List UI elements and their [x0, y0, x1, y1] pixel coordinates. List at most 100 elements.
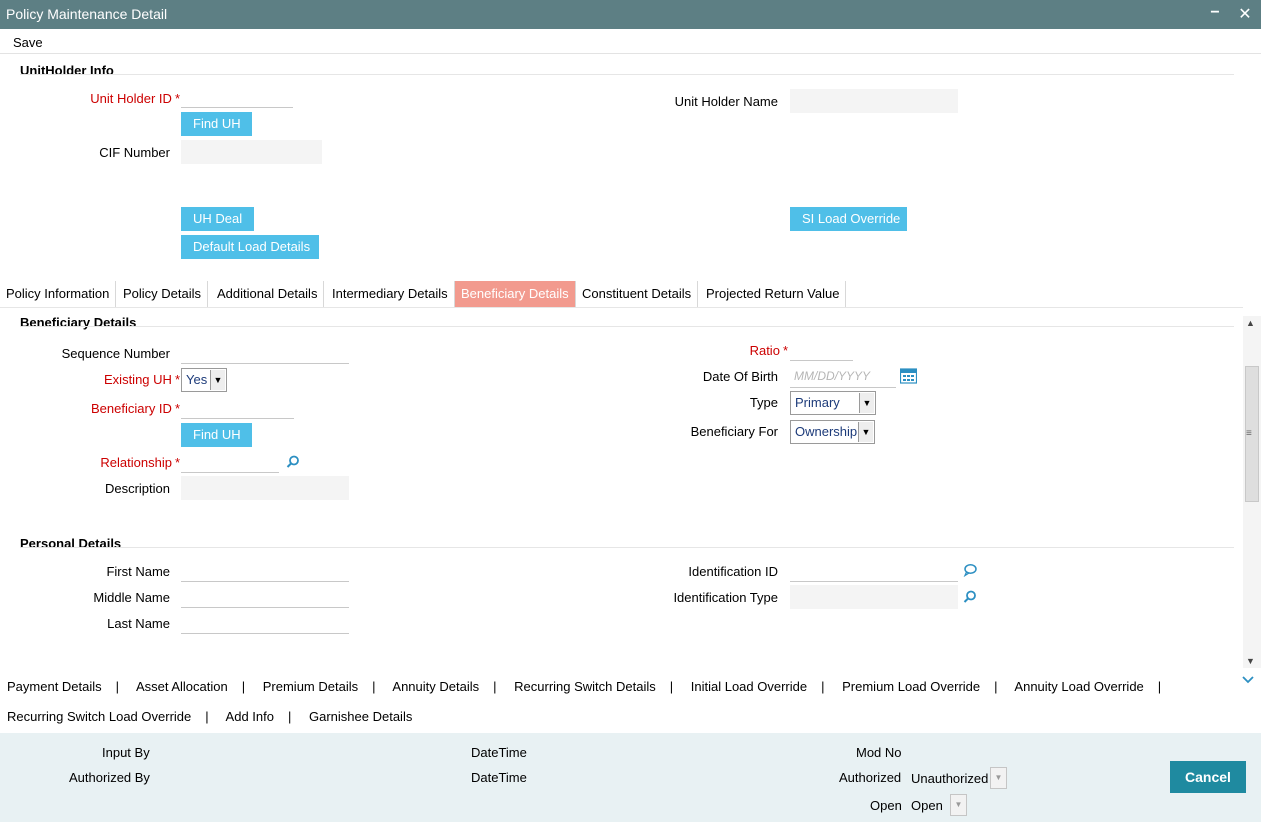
comment-icon[interactable]	[963, 563, 977, 577]
middle-name-input[interactable]	[181, 584, 349, 608]
middle-name-label: Middle Name	[93, 590, 170, 605]
link-separator: |	[115, 679, 120, 694]
datetime-label: DateTime	[471, 745, 527, 760]
last-name-label: Last Name	[107, 616, 170, 631]
description-label: Description	[104, 481, 170, 496]
divider	[20, 74, 1234, 75]
bottom-links-row-2: Recurring Switch Load Override | Add Info…	[7, 709, 412, 724]
open-label: Open	[870, 798, 902, 813]
tab-constituent-details[interactable]: Constituent Details	[576, 281, 699, 307]
description-field[interactable]	[181, 476, 349, 500]
type-value: Primary	[795, 395, 840, 410]
find-uh-button[interactable]: Find UH	[181, 112, 252, 136]
unit-holder-id-input[interactable]	[181, 84, 293, 108]
type-select[interactable]: Primary ▼	[790, 391, 876, 415]
identification-type-field[interactable]	[790, 585, 958, 609]
tab-policy-details[interactable]: Policy Details	[117, 281, 209, 307]
chevron-down-icon: ▼	[858, 422, 873, 442]
type-label: Type	[749, 395, 778, 410]
beneficiary-for-value: Ownership	[795, 424, 858, 439]
window-titlebar: Policy Maintenance Detail − ✕	[0, 0, 1261, 29]
chevron-down-icon[interactable]	[1242, 675, 1254, 685]
unit-holder-name-label: Unit Holder Name	[674, 94, 778, 109]
first-name-input[interactable]	[181, 558, 349, 582]
relationship-input[interactable]	[181, 449, 279, 473]
search-icon[interactable]	[963, 590, 977, 604]
personal-section-title: Personal Details	[20, 536, 122, 551]
link-separator: |	[1157, 679, 1162, 694]
search-icon[interactable]	[286, 455, 300, 469]
link-recurring-switch-details[interactable]: Recurring Switch Details	[514, 679, 656, 694]
relationship-label: Relationship *	[100, 455, 180, 470]
link-separator: |	[994, 679, 998, 694]
existing-uh-label: Existing UH *	[104, 372, 180, 387]
ratio-label: Ratio *	[749, 343, 788, 358]
divider	[20, 547, 1234, 548]
date-of-birth-input[interactable]: MM/DD/YYYY	[790, 364, 896, 388]
link-asset-allocation[interactable]: Asset Allocation	[136, 679, 228, 694]
tab-policy-information[interactable]: Policy Information	[0, 281, 117, 307]
link-recurring-switch-load-override[interactable]: Recurring Switch Load Override	[7, 709, 191, 724]
link-separator: |	[669, 679, 674, 694]
chevron-down-icon[interactable]: ▼	[990, 767, 1007, 789]
link-premium-load-override[interactable]: Premium Load Override	[842, 679, 980, 694]
divider	[20, 326, 1234, 327]
tab-beneficiary-details[interactable]: Beneficiary Details	[455, 281, 576, 307]
beneficiary-for-label: Beneficiary For	[690, 424, 778, 439]
audit-footer	[0, 733, 1261, 822]
link-premium-details[interactable]: Premium Details	[263, 679, 358, 694]
authorized-value: Unauthorized	[911, 771, 989, 786]
save-button[interactable]: Save	[13, 35, 43, 50]
beneficiary-for-select[interactable]: Ownership ▼	[790, 420, 875, 444]
cancel-button[interactable]: Cancel	[1170, 761, 1246, 793]
input-by-label: Input By	[102, 745, 150, 760]
link-initial-load-override[interactable]: Initial Load Override	[691, 679, 807, 694]
link-payment-details[interactable]: Payment Details	[7, 679, 102, 694]
si-load-override-button[interactable]: SI Load Override	[790, 207, 907, 231]
calendar-icon[interactable]	[900, 368, 917, 384]
link-separator: |	[493, 679, 497, 694]
first-name-label: First Name	[106, 564, 170, 579]
authorized-by-label: Authorized By	[69, 770, 150, 785]
last-name-input[interactable]	[181, 610, 349, 634]
unitholder-section-title: UnitHolder Info	[20, 63, 114, 78]
link-add-info[interactable]: Add Info	[226, 709, 274, 724]
chevron-down-icon[interactable]: ▼	[950, 794, 967, 816]
open-value: Open	[911, 798, 943, 813]
link-garnishee-details[interactable]: Garnishee Details	[309, 709, 412, 724]
chevron-down-icon: ▼	[210, 370, 225, 390]
mod-no-label: Mod No	[856, 745, 902, 760]
beneficiary-find-uh-button[interactable]: Find UH	[181, 423, 252, 447]
existing-uh-select[interactable]: Yes ▼	[181, 368, 227, 392]
window-title: Policy Maintenance Detail	[6, 6, 168, 22]
ratio-input[interactable]	[790, 337, 853, 361]
link-annuity-load-override[interactable]: Annuity Load Override	[1014, 679, 1143, 694]
default-load-details-button[interactable]: Default Load Details	[181, 235, 319, 259]
authorized-label: Authorized	[839, 770, 902, 785]
scroll-up-icon[interactable]: ▲	[1246, 318, 1255, 328]
tab-projected-return-value[interactable]: Projected Return Value	[700, 281, 847, 307]
existing-uh-value: Yes	[186, 372, 208, 387]
uh-deal-button[interactable]: UH Deal	[181, 207, 254, 231]
unit-holder-name-field[interactable]	[790, 89, 958, 113]
date-of-birth-label: Date Of Birth	[702, 369, 778, 384]
beneficiary-id-input[interactable]	[181, 395, 294, 419]
tab-intermediary-details[interactable]: Intermediary Details	[326, 281, 455, 307]
bottom-links-row-1: Payment Details | Asset Allocation | Premi…	[7, 679, 1175, 694]
close-icon[interactable]: ✕	[1236, 4, 1254, 24]
grip-icon: ≡	[1246, 428, 1252, 439]
minimize-icon[interactable]: −	[1206, 4, 1224, 24]
chevron-down-icon: ▼	[859, 393, 874, 413]
link-annuity-details[interactable]: Annuity Details	[392, 679, 479, 694]
link-separator: |	[241, 679, 246, 694]
cif-number-field[interactable]	[181, 140, 322, 164]
link-separator: |	[287, 709, 292, 724]
link-separator: |	[205, 709, 209, 724]
scroll-down-icon[interactable]: ▼	[1246, 656, 1255, 666]
link-separator: |	[372, 679, 376, 694]
sequence-number-input[interactable]	[181, 340, 349, 364]
identification-id-input[interactable]	[790, 558, 958, 582]
identification-type-label: Identification Type	[673, 590, 778, 605]
unit-holder-id-label: Unit Holder ID *	[90, 91, 180, 106]
tab-additional-details[interactable]: Additional Details	[211, 281, 325, 307]
